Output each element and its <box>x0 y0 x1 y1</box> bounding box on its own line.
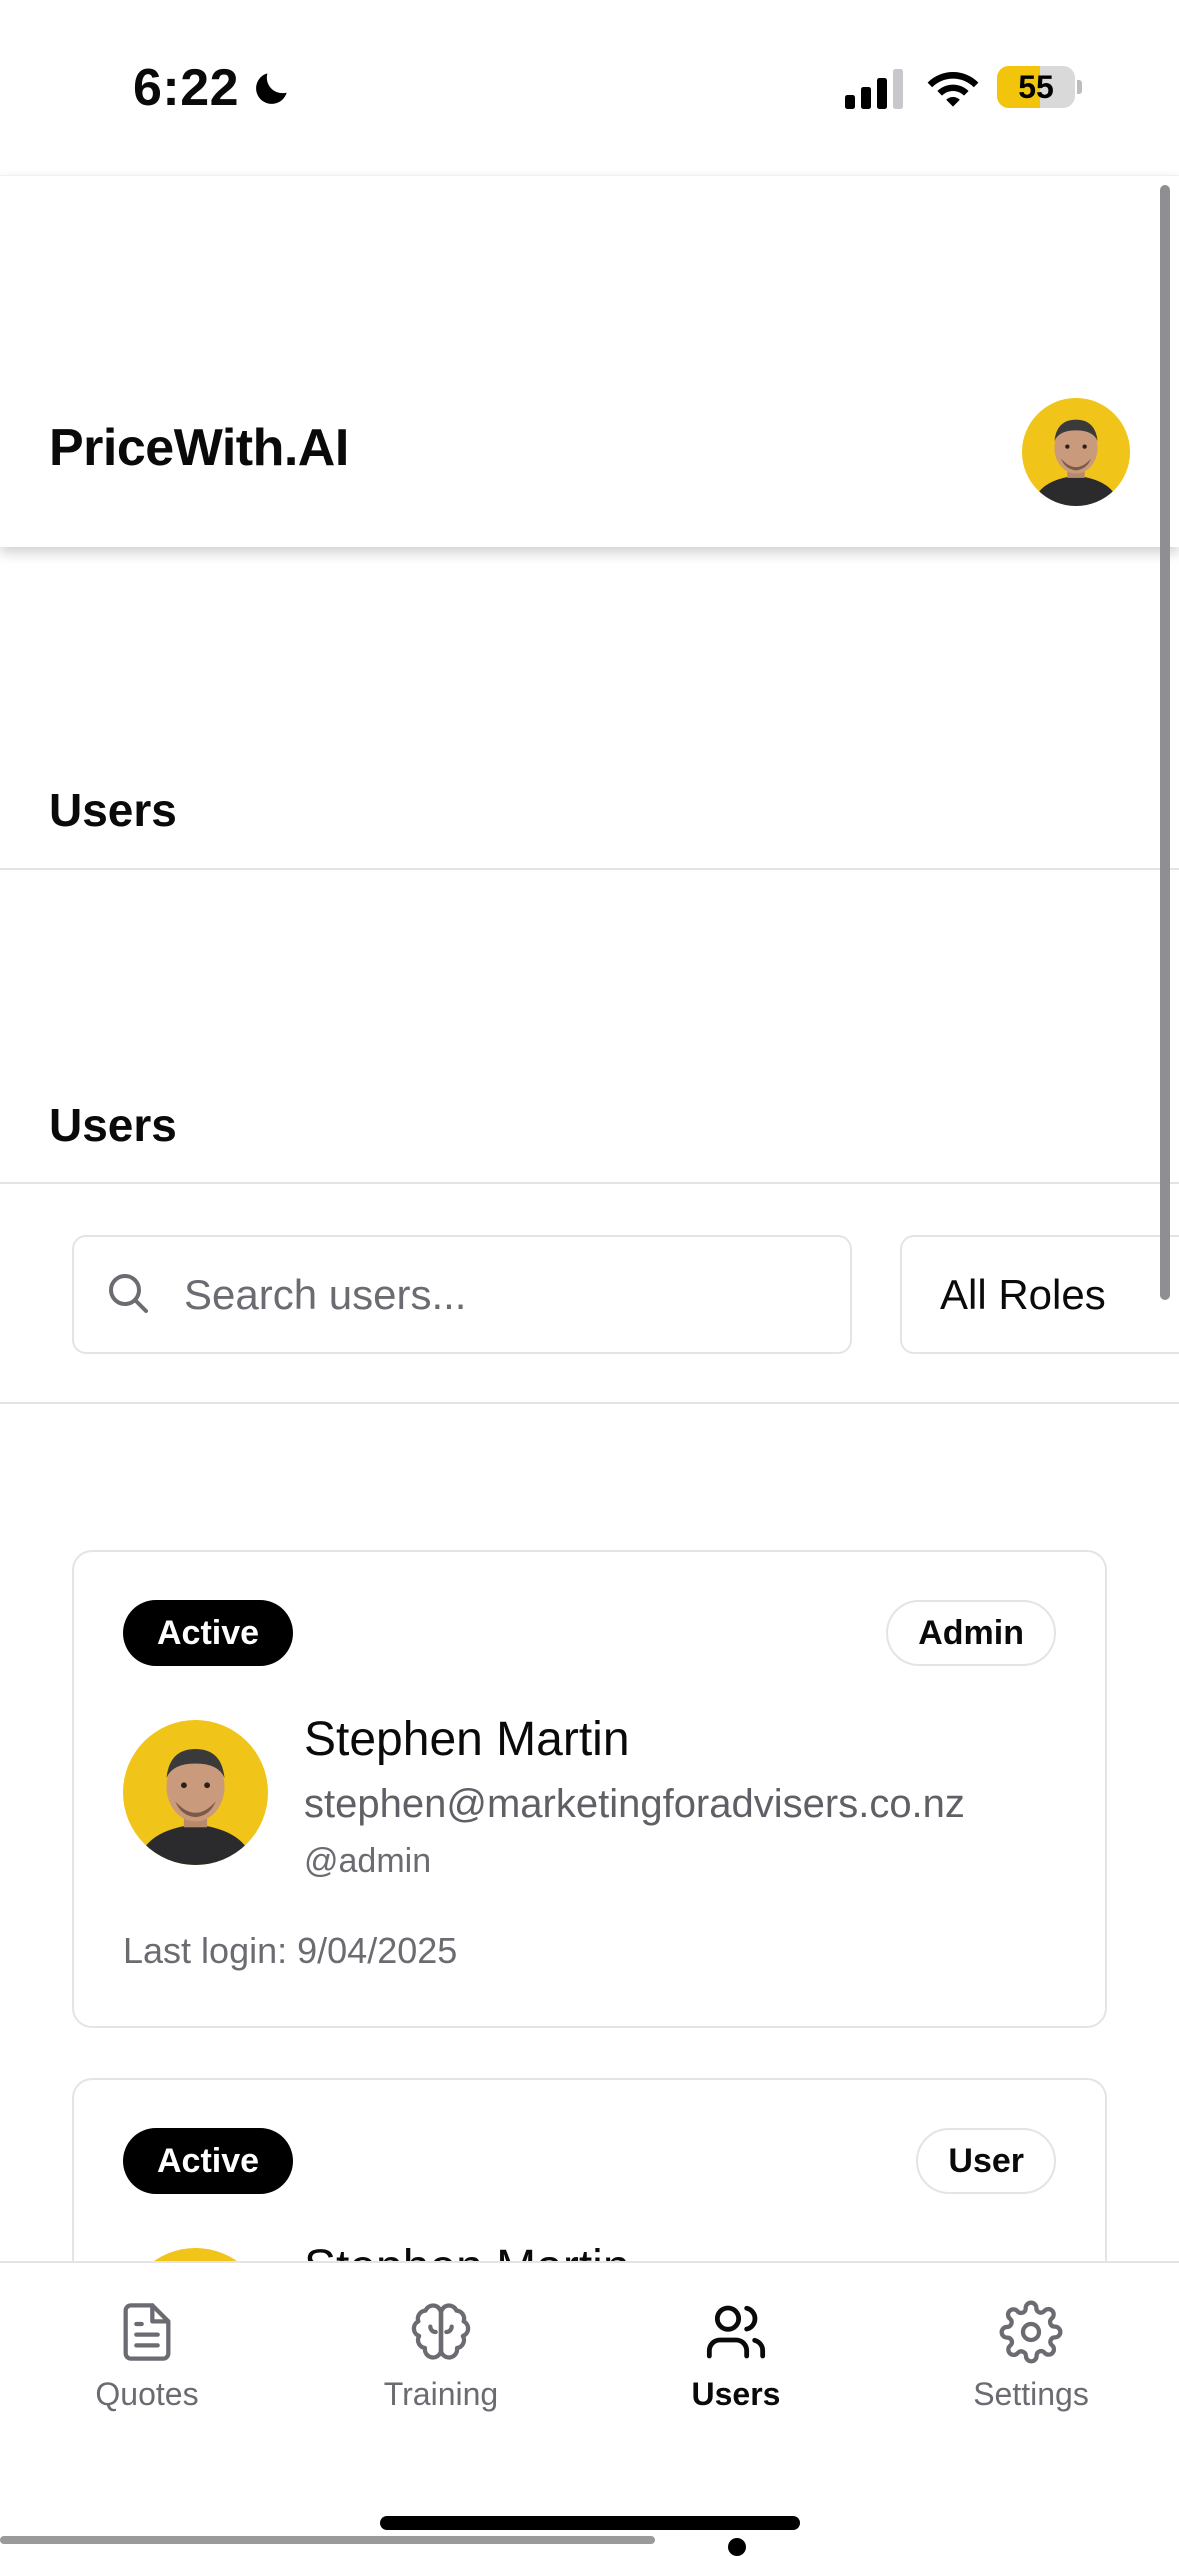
status-time: 6:22 <box>133 59 240 117</box>
battery-body: 55 <box>997 66 1075 108</box>
user-email: stephen@marketingforadvisers.co.nz <box>304 1782 965 1826</box>
page-indicator-dot <box>728 2538 746 2556</box>
last-login-label: Last login: <box>123 1930 288 1971</box>
divider <box>0 1402 1179 1404</box>
section-title: Users <box>49 1099 177 1151</box>
role-filter-select[interactable]: All Roles <box>900 1235 1179 1354</box>
role-filter-value: All Roles <box>940 1271 1106 1318</box>
search-box[interactable] <box>72 1235 852 1354</box>
nav-item-users[interactable]: Users <box>636 2300 836 2413</box>
user-name: Stephen Martin <box>304 1713 630 1766</box>
signal-icon <box>845 69 903 109</box>
wifi-icon <box>927 72 979 107</box>
divider <box>0 868 1179 870</box>
brain-icon <box>411 2303 471 2360</box>
nav-label: Training <box>383 2376 499 2412</box>
brand-logo-text[interactable]: PriceWith.AI <box>49 418 349 478</box>
battery-cap <box>1077 80 1082 94</box>
nav-item-quotes[interactable]: Quotes <box>47 2300 247 2413</box>
document-icon <box>123 2303 171 2361</box>
gear-icon <box>999 2300 1063 2364</box>
home-indicator[interactable] <box>380 2516 800 2530</box>
nav-label: Settings <box>973 2376 1089 2412</box>
user-handle: @admin <box>304 1842 432 1880</box>
user-avatar <box>123 1720 268 1865</box>
nav-label: Quotes <box>95 2376 199 2412</box>
page-title: Users <box>49 784 177 836</box>
scrollbar[interactable] <box>1160 185 1170 1300</box>
users-icon <box>706 2305 766 2359</box>
nav-label: Users <box>691 2376 781 2412</box>
status-bar: 6:22 55 <box>0 0 1179 175</box>
nav-item-settings[interactable]: Settings <box>931 2300 1131 2413</box>
divider <box>0 1182 1179 1184</box>
moon-icon <box>256 73 287 104</box>
battery-level: 55 <box>1018 69 1054 105</box>
search-input[interactable] <box>184 1237 824 1352</box>
user-card[interactable]: Active Admin Stephen Martin stephen@mark… <box>72 1550 1107 2028</box>
search-icon <box>109 1274 148 1313</box>
battery-icon: 55 <box>997 66 1082 108</box>
role-badge: Admin <box>886 1600 1056 1666</box>
nav-item-training[interactable]: Training <box>341 2300 541 2413</box>
role-badge: User <box>916 2128 1056 2194</box>
horizontal-scrollbar[interactable] <box>0 2536 655 2544</box>
status-badge: Active <box>123 2128 294 2194</box>
last-login: Last login: 9/04/2025 <box>123 1930 457 1972</box>
status-badge: Active <box>123 1600 294 1666</box>
app-header: PriceWith.AI <box>0 175 1179 547</box>
user-avatar[interactable] <box>1022 398 1130 506</box>
last-login-value: 9/04/2025 <box>297 1930 458 1971</box>
